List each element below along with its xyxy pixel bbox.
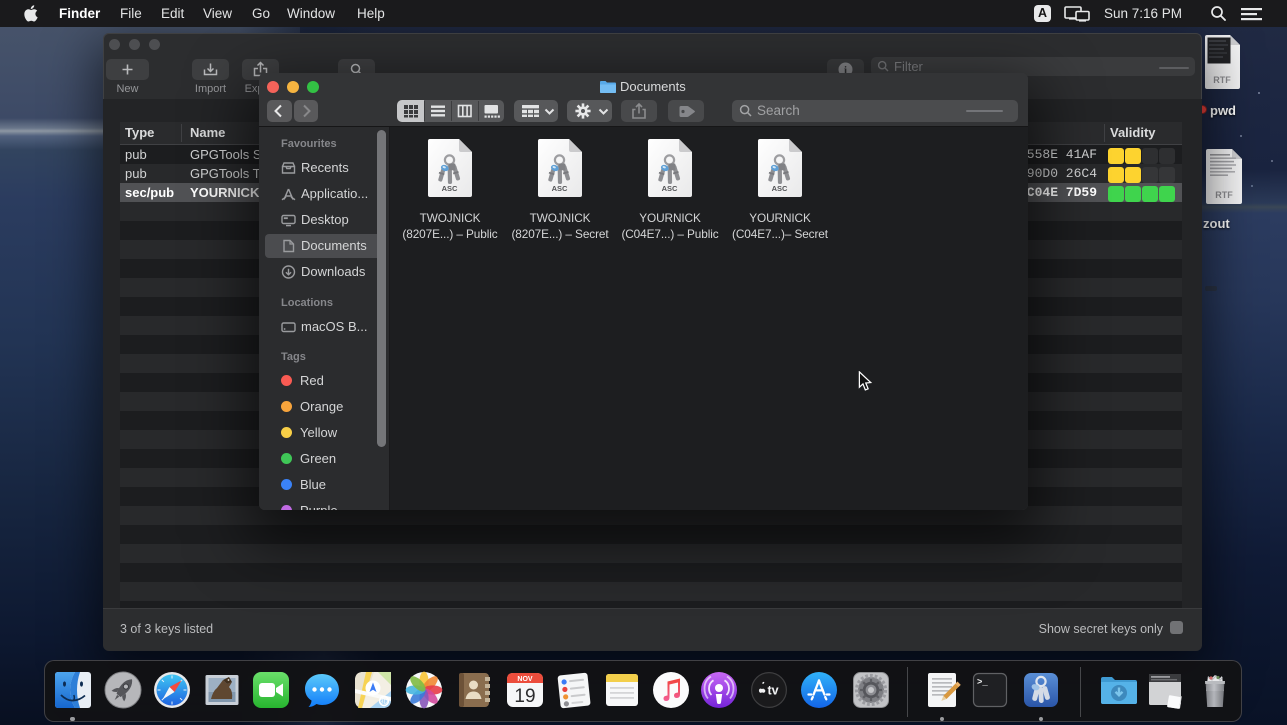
svg-text:ASC: ASC bbox=[662, 184, 678, 193]
svg-text:ASC: ASC bbox=[442, 184, 458, 193]
svg-text:ASC: ASC bbox=[772, 184, 788, 193]
svg-text:NOV: NOV bbox=[517, 676, 533, 683]
svg-text:3D: 3D bbox=[380, 700, 388, 706]
svg-text:19: 19 bbox=[514, 686, 535, 707]
svg-text:RTF: RTF bbox=[1215, 190, 1233, 200]
svg-text:RTF: RTF bbox=[1213, 75, 1231, 85]
svg-text:ASC: ASC bbox=[552, 184, 568, 193]
svg-text:tv: tv bbox=[767, 684, 778, 698]
svg-text:>_: >_ bbox=[977, 678, 988, 688]
